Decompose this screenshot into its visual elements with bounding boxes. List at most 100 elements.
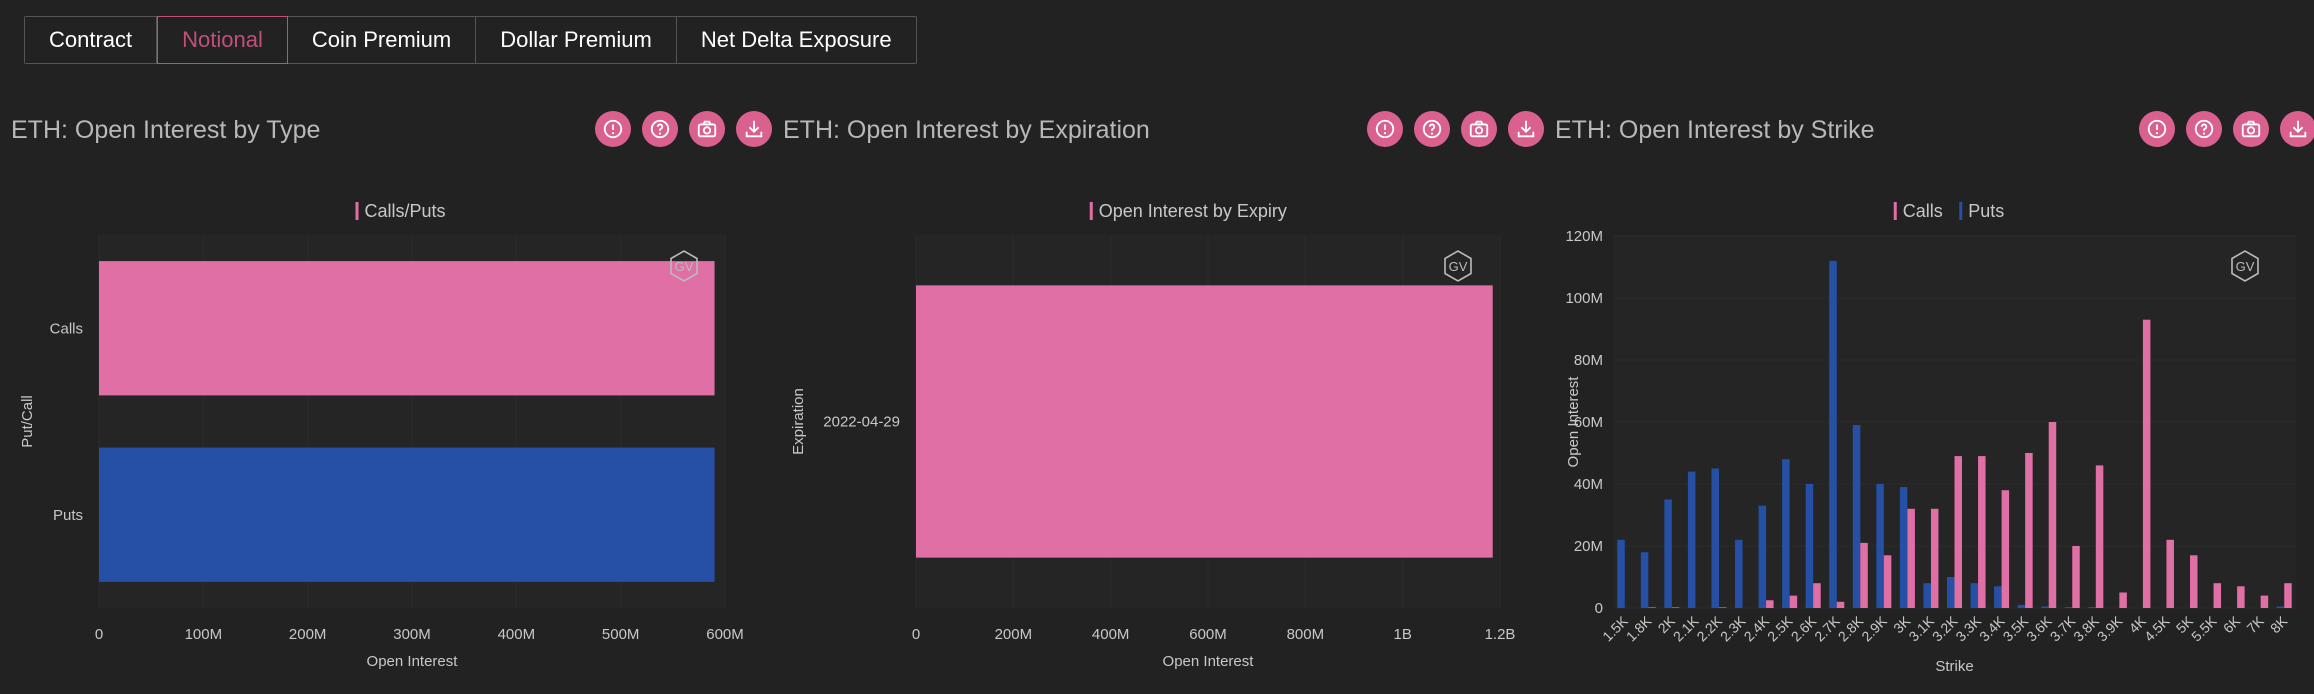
- bar-puts[interactable]: [1829, 260, 1837, 608]
- info-button[interactable]: [1367, 111, 1403, 147]
- watermark-text: GV: [2236, 259, 2255, 274]
- camera-icon: [697, 120, 717, 138]
- download-button[interactable]: [736, 111, 772, 147]
- x-axis-title: Open Interest: [367, 653, 459, 670]
- x-tick-label: 2.9K: [1858, 612, 1890, 644]
- bar-calls[interactable]: [2025, 453, 2033, 608]
- panel-oi-by-expiration: ETH: Open Interest by Expiration 0 200M 400…: [772, 100, 1544, 694]
- x-tick-label: 4.5K: [2141, 612, 2173, 644]
- camera-icon: [2241, 120, 2261, 138]
- y-tick-label: 100M: [1565, 290, 1603, 307]
- bar-calls[interactable]: [1789, 595, 1798, 608]
- help-button[interactable]: [1414, 111, 1450, 147]
- bar-calls[interactable]: [1907, 508, 1915, 608]
- camera-button[interactable]: [2233, 111, 2269, 147]
- bar-puts[interactable]: [2088, 607, 2096, 608]
- bar-puts[interactable]: [2017, 604, 2026, 608]
- bar-calls[interactable]: [2213, 583, 2222, 608]
- bar-calls[interactable]: [2072, 546, 2080, 608]
- download-button[interactable]: [2280, 111, 2314, 147]
- bar-puts[interactable]: [1970, 583, 1979, 608]
- info-icon: [1375, 119, 1395, 139]
- bar-calls[interactable]: [1671, 607, 1680, 608]
- bar-calls[interactable]: [1954, 456, 1963, 608]
- bar-puts[interactable]: [1711, 468, 1719, 609]
- bar-puts[interactable]: [1994, 586, 2002, 608]
- x-tick-label: 1.2B: [1485, 626, 1516, 643]
- x-tick-label: 200M: [289, 626, 327, 643]
- legend-label: Calls/Puts: [365, 201, 446, 221]
- info-icon: [2147, 119, 2167, 139]
- bar-puts[interactable]: [1852, 425, 1861, 608]
- bar-puts[interactable]: [2041, 606, 2049, 608]
- bar-puts[interactable]: [1640, 552, 1649, 608]
- tab-notional[interactable]: Notional: [157, 16, 288, 64]
- legend-swatch: [1959, 202, 1963, 220]
- bar-calls[interactable]: [2166, 539, 2174, 608]
- x-tick-label: 7K: [2243, 612, 2267, 636]
- bar-calls[interactable]: [2284, 583, 2292, 608]
- bar-puts[interactable]: [1617, 539, 1625, 608]
- tab-coin-premium[interactable]: Coin Premium: [287, 17, 477, 63]
- bar-calls[interactable]: [2095, 465, 2104, 608]
- bar-puts[interactable]: [1735, 539, 1743, 608]
- x-tick-label: 600M: [1189, 626, 1227, 643]
- bar-puts[interactable]: [1782, 459, 1790, 608]
- bar-calls[interactable]: [1836, 601, 1845, 608]
- bar-puts[interactable]: [1687, 471, 1696, 608]
- watermark-text: GV: [675, 259, 694, 274]
- panel-toolbar: [2139, 111, 2314, 147]
- bar-calls[interactable]: [1883, 555, 1892, 608]
- bar-calls[interactable]: [2001, 490, 2010, 608]
- bar-puts[interactable]: [2064, 607, 2073, 608]
- tab-net-delta-exposure[interactable]: Net Delta Exposure: [676, 17, 916, 63]
- bar-puts[interactable]: [99, 447, 715, 582]
- tab-dollar-premium[interactable]: Dollar Premium: [476, 17, 677, 63]
- bar-puts[interactable]: [1947, 577, 1955, 608]
- bar-calls[interactable]: [2260, 595, 2269, 608]
- x-tick-label: 600M: [706, 626, 744, 643]
- bar-puts[interactable]: [1899, 487, 1908, 608]
- bar-calls[interactable]: [2048, 422, 2057, 608]
- bar-calls[interactable]: [1978, 456, 1986, 608]
- x-tick-label: 800M: [1287, 626, 1325, 643]
- bar-calls[interactable]: [1930, 508, 1939, 608]
- panel-toolbar: [1367, 111, 1544, 147]
- info-button[interactable]: [2139, 111, 2175, 147]
- x-tick-label: 400M: [1092, 626, 1130, 643]
- bar-puts[interactable]: [1805, 484, 1814, 608]
- y-tick-label: 80M: [1574, 352, 1603, 369]
- bar-calls[interactable]: [1718, 607, 1727, 608]
- bar-puts[interactable]: [2276, 606, 2285, 608]
- bar-2022-04-29[interactable]: [916, 285, 1493, 558]
- download-button[interactable]: [1508, 111, 1544, 147]
- bar-calls[interactable]: [1766, 600, 1774, 608]
- chart-legend: Open Interest by Expiry: [1089, 201, 1287, 221]
- panel-oi-by-strike: ETH: Open Interest by Strike 0 20M 40M 60M 80…: [1544, 100, 2314, 694]
- bar-calls[interactable]: [2237, 586, 2245, 608]
- bar-calls[interactable]: [1648, 607, 1656, 608]
- bar-puts[interactable]: [1758, 505, 1767, 608]
- bar-puts[interactable]: [1923, 583, 1931, 608]
- download-icon: [1517, 120, 1535, 138]
- chart-svg: 0 200M 400M 600M 800M 1B 1.2B Open Interest by …: [790, 201, 1516, 670]
- bar-puts[interactable]: [1664, 499, 1672, 609]
- help-button[interactable]: [642, 111, 678, 147]
- bar-calls[interactable]: [1813, 583, 1821, 608]
- bar-calls[interactable]: [99, 261, 715, 396]
- chart-svg: 020M40M60M80M100M120MCalls Puts1.5K1.8K 2K…: [1565, 201, 2296, 675]
- tab-contract[interactable]: Contract: [25, 17, 158, 63]
- bar-calls[interactable]: [2119, 592, 2127, 609]
- bar-calls[interactable]: [1860, 542, 1868, 608]
- help-button[interactable]: [2186, 111, 2222, 147]
- bar-calls[interactable]: [2190, 555, 2198, 608]
- chart-legend: Calls/Puts: [355, 201, 446, 221]
- info-button[interactable]: [595, 111, 631, 147]
- legend-swatch: [1893, 202, 1897, 220]
- chart-svg: 0 100M 200M 300M 400M 500M 600M Calls/Puts Calls…: [19, 201, 744, 670]
- bar-calls[interactable]: [2142, 319, 2151, 608]
- camera-button[interactable]: [689, 111, 725, 147]
- camera-button[interactable]: [1461, 111, 1497, 147]
- download-icon: [2289, 120, 2307, 138]
- bar-puts[interactable]: [1876, 484, 1884, 608]
